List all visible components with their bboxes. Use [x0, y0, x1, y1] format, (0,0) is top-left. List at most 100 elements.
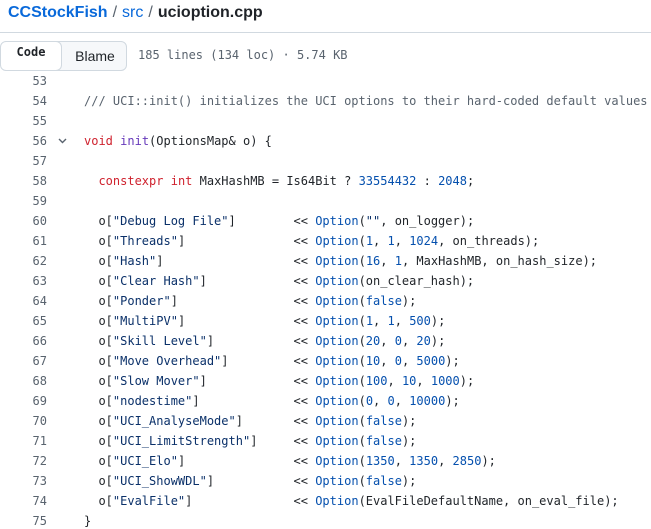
- code-token: ] <<: [235, 414, 316, 428]
- code-token: ,: [394, 454, 410, 468]
- code-token: 1: [365, 234, 374, 248]
- code-text: o["Clear Hash"] << Option(on_clear_hash)…: [84, 271, 474, 291]
- code-token: ] <<: [206, 474, 316, 488]
- code-token: );: [430, 314, 446, 328]
- breadcrumb-repo-link[interactable]: CCStockFish: [8, 4, 108, 21]
- code-line: 67 o["Move Overhead"] << Option(10, 0, 5…: [0, 351, 651, 371]
- line-number[interactable]: 71: [0, 431, 47, 451]
- code-token: 10: [401, 374, 417, 388]
- code-token: );: [401, 474, 417, 488]
- code-token: void: [84, 134, 113, 148]
- code-token: ] <<: [199, 374, 316, 388]
- line-number[interactable]: 54: [0, 91, 47, 111]
- code-token: "Threads": [112, 234, 178, 248]
- code-text: o["MultiPV"] << Option(1, 1, 500);: [84, 311, 445, 331]
- line-number[interactable]: 68: [0, 371, 47, 391]
- code-token: ,: [380, 334, 395, 348]
- line-number[interactable]: 58: [0, 171, 47, 191]
- line-number[interactable]: 74: [0, 491, 47, 511]
- code-token: "": [365, 214, 381, 228]
- code-token: ,: [380, 354, 395, 368]
- line-number[interactable]: 67: [0, 351, 47, 371]
- line-number[interactable]: 75: [0, 511, 47, 529]
- code-token: ] <<: [177, 314, 316, 328]
- code-token: (: [358, 254, 366, 268]
- code-text: o["Threads"] << Option(1, 1, 1024, on_th…: [84, 231, 539, 251]
- code-token: 1024: [409, 234, 439, 248]
- code-token: "Slow Mover": [112, 374, 200, 388]
- code-token: 0: [365, 394, 374, 408]
- code-token: 0: [394, 334, 402, 348]
- code-token: o[: [84, 254, 113, 268]
- line-number[interactable]: 53: [0, 73, 47, 91]
- code-token: "UCI_LimitStrength": [112, 434, 251, 448]
- code-token: );: [401, 414, 417, 428]
- line-number[interactable]: 64: [0, 291, 47, 311]
- code-token: 10: [365, 354, 381, 368]
- code-token: o[: [84, 314, 113, 328]
- code-text: o["Hash"] << Option(16, 1, MaxHashMB, on…: [84, 251, 597, 271]
- code-text: o["UCI_LimitStrength"] << Option(false);: [84, 431, 416, 451]
- code-token: ,: [373, 394, 388, 408]
- line-number[interactable]: 65: [0, 311, 47, 331]
- line-number[interactable]: 61: [0, 231, 47, 251]
- line-number[interactable]: 69: [0, 391, 47, 411]
- code-token: ] <<: [192, 394, 316, 408]
- line-number[interactable]: 62: [0, 251, 47, 271]
- line-number[interactable]: 59: [0, 191, 47, 211]
- code-token: ] <<: [250, 434, 316, 448]
- code-token: 16: [365, 254, 381, 268]
- code-view-button[interactable]: Code: [1, 42, 62, 70]
- code-text: o["EvalFile"] << Option(EvalFileDefaultN…: [84, 491, 618, 511]
- code-token: "UCI_AnalyseMode": [112, 414, 236, 428]
- blame-view-button[interactable]: Blame: [62, 42, 126, 70]
- line-number[interactable]: 70: [0, 411, 47, 431]
- code-token: 1: [394, 254, 402, 268]
- code-token: ,: [401, 354, 417, 368]
- code-token: ,: [394, 314, 410, 328]
- code-line: 65 o["MultiPV"] << Option(1, 1, 500);: [0, 311, 651, 331]
- code-token: o[: [84, 334, 113, 348]
- code-text: o["Debug Log File"] << Option("", on_log…: [84, 211, 474, 231]
- code-token: "Clear Hash": [112, 274, 200, 288]
- code-token: false: [365, 294, 402, 308]
- code-token: Option: [315, 294, 359, 308]
- line-number[interactable]: 57: [0, 151, 47, 171]
- code-token: );: [459, 374, 475, 388]
- code-token: );: [430, 334, 446, 348]
- line-number[interactable]: 63: [0, 271, 47, 291]
- code-token: o[: [84, 434, 113, 448]
- code-token: /// UCI::init() initializes the UCI opti…: [84, 94, 648, 108]
- code-token: (: [358, 374, 366, 388]
- code-token: Option: [315, 234, 359, 248]
- breadcrumb-separator: /: [112, 4, 118, 21]
- line-number[interactable]: 60: [0, 211, 47, 231]
- line-number[interactable]: 72: [0, 451, 47, 471]
- code-token: o[: [84, 474, 113, 488]
- code-token: o[: [84, 454, 113, 468]
- code-token: "Debug Log File": [112, 214, 229, 228]
- code-token: Option: [315, 334, 359, 348]
- code-token: ] <<: [185, 494, 316, 508]
- code-line: 60 o["Debug Log File"] << Option("", on_…: [0, 211, 651, 231]
- chevron-down-icon[interactable]: [58, 136, 67, 145]
- code-token: ,: [416, 374, 431, 388]
- code-text: /// UCI::init() initializes the UCI opti…: [84, 91, 648, 111]
- line-number[interactable]: 55: [0, 111, 47, 131]
- line-number[interactable]: 73: [0, 471, 47, 491]
- code-viewer[interactable]: 53 54 /// UCI::init() initializes the UCI …: [0, 73, 651, 529]
- code-line: 59: [0, 191, 651, 211]
- code-token: init: [120, 134, 150, 148]
- line-number[interactable]: 56: [0, 131, 47, 151]
- code-token: 2850: [452, 454, 482, 468]
- code-token: (: [358, 454, 366, 468]
- code-token: 0: [394, 354, 402, 368]
- code-token: (: [358, 234, 366, 248]
- code-line: 69 o["nodestime"] << Option(0, 0, 10000)…: [0, 391, 651, 411]
- code-token: o[: [84, 414, 113, 428]
- code-token: o[: [84, 274, 113, 288]
- breadcrumb-dir-link[interactable]: src: [122, 4, 143, 21]
- line-number[interactable]: 66: [0, 331, 47, 351]
